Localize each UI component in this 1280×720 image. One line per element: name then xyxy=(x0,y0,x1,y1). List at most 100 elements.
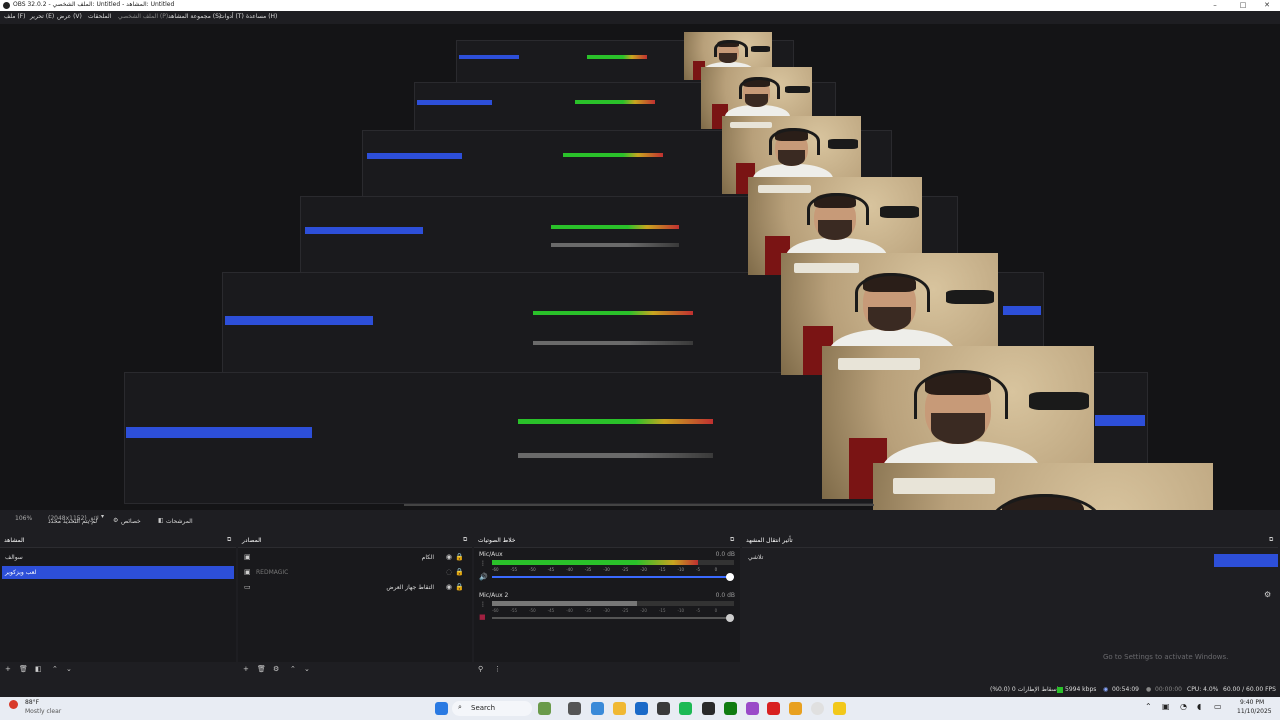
volume-slider[interactable] xyxy=(492,576,734,578)
menu-scene-collection[interactable]: مجموعة المشاهد (S) xyxy=(168,13,221,20)
chevron-down-icon[interactable]: ▾ xyxy=(101,513,104,520)
move-up-icon[interactable]: ⌃ xyxy=(52,665,58,673)
trash-icon[interactable]: 🗑 xyxy=(257,665,266,673)
volume-slider-handle[interactable] xyxy=(726,614,734,622)
copilot-icon[interactable] xyxy=(591,702,604,715)
kebab-menu-icon[interactable]: ⋮ xyxy=(480,560,486,567)
volume-icon[interactable]: ◖ xyxy=(1197,702,1201,711)
source-item[interactable]: ▣ الكام ◉ 🔒 xyxy=(242,552,470,564)
meter-tick-label: -35 xyxy=(584,608,592,613)
menu-help[interactable]: مساعدة (H) xyxy=(246,13,277,20)
properties-button[interactable]: خصائص xyxy=(121,518,141,528)
scene-item[interactable]: سوالف xyxy=(2,551,234,564)
add-icon[interactable]: + xyxy=(243,665,249,673)
status-bar: إسقاط الإطارات 0 (0.0%) 5994 kbps ◉ 00:5… xyxy=(0,684,1280,697)
add-icon[interactable]: + xyxy=(5,665,11,673)
menu-view[interactable]: عرض (V) xyxy=(57,13,82,20)
lock-icon[interactable]: 🔒 xyxy=(455,553,464,561)
file-explorer-icon[interactable] xyxy=(613,702,626,715)
lock-icon[interactable]: 🔒 xyxy=(455,583,464,591)
link-icon[interactable]: ⚲ xyxy=(478,665,483,673)
transition-selected[interactable] xyxy=(1214,554,1278,567)
menu-file[interactable]: ملف (F) xyxy=(4,13,25,20)
eye-icon[interactable]: ◉ xyxy=(446,553,452,561)
muted-speaker-icon[interactable]: ■ xyxy=(479,613,486,621)
windows-taskbar: 88°F Mostly clear ⌕ Search ⌃ ▣ ◔ ◖ ▭ 9:4… xyxy=(0,697,1280,720)
weather-temp[interactable]: 88°F xyxy=(25,699,39,706)
edge-icon[interactable] xyxy=(635,702,648,715)
dock-float-icon[interactable]: ⧉ xyxy=(463,536,467,544)
xbox-icon[interactable] xyxy=(724,702,737,715)
filter-icon[interactable]: ◧ xyxy=(158,517,164,524)
gear-icon[interactable]: ⚙ xyxy=(113,517,118,524)
tray-chevron-icon[interactable]: ⌃ xyxy=(1145,702,1152,711)
clock-date[interactable]: 11/10/2025 xyxy=(1237,708,1272,715)
lock-icon[interactable]: 🔒 xyxy=(455,568,464,576)
move-down-icon[interactable]: ⌄ xyxy=(66,665,72,673)
dock-float-icon[interactable]: ⧉ xyxy=(730,536,734,544)
search-box[interactable]: ⌕ Search xyxy=(452,701,532,716)
app-icon[interactable] xyxy=(767,702,780,715)
filters-button[interactable]: المرشحات xyxy=(166,518,193,528)
maximize-button[interactable]: □ xyxy=(1230,0,1256,11)
source-item[interactable]: ▣ REDMAGIC ◌ 🔒 xyxy=(242,567,470,579)
transition-type[interactable]: تلاشي xyxy=(748,554,763,561)
meter-tick-label: -5 xyxy=(696,567,701,572)
menu-profile[interactable]: الملف الشخصي (P) xyxy=(118,13,168,20)
widgets-icon[interactable] xyxy=(538,702,551,715)
meter-tick-label: -5 xyxy=(696,608,701,613)
eye-hidden-icon[interactable]: ◌ xyxy=(446,568,452,576)
scene-item-active[interactable]: لعب ويزكوير xyxy=(2,566,234,579)
meter-tick-label: -20 xyxy=(640,567,647,572)
zoom-level[interactable]: 106% xyxy=(15,515,32,525)
gear-icon[interactable]: ⚙ xyxy=(1264,590,1271,599)
camera-icon: ▣ xyxy=(244,553,251,561)
source-label: REDMAGIC xyxy=(256,569,289,576)
source-item[interactable]: ▭ التقاط جهاز العرض ◉ 🔒 xyxy=(242,582,470,594)
chrome-icon[interactable] xyxy=(811,702,824,715)
menu-edit[interactable]: تحرير (E) xyxy=(30,13,54,20)
dock-float-icon[interactable]: ⧉ xyxy=(1269,536,1273,544)
volume-slider-handle[interactable] xyxy=(726,573,734,581)
battery-icon[interactable]: ▭ xyxy=(1214,702,1222,711)
tray-app-icon[interactable]: ▣ xyxy=(1162,702,1170,711)
move-up-icon[interactable]: ⌃ xyxy=(290,665,296,673)
preview-scrollbar[interactable] xyxy=(404,504,874,506)
store-icon[interactable] xyxy=(657,702,670,715)
filter-icon[interactable]: ◧ xyxy=(35,665,42,673)
weather-icon[interactable] xyxy=(9,700,18,709)
app-icon[interactable] xyxy=(833,702,846,715)
gear-icon[interactable]: ⚙ xyxy=(273,665,279,673)
meter-tick-label: -60 xyxy=(492,567,499,572)
move-down-icon[interactable]: ⌄ xyxy=(304,665,310,673)
preview-canvas[interactable] xyxy=(0,24,1280,655)
clock-time[interactable]: 9:40 PM xyxy=(1240,699,1264,706)
app-icon[interactable] xyxy=(789,702,802,715)
kebab-menu-icon[interactable]: ⋮ xyxy=(494,665,501,673)
transitions-dock: تلاشي xyxy=(742,547,1278,662)
menu-plugins[interactable]: الملحقات xyxy=(88,13,111,20)
meter-tick-label: -25 xyxy=(621,608,629,613)
meter-ticks: -60 -55 -50 -45 -40 -35 -30 -25 -20 -15 -10 -5 0 xyxy=(492,608,734,613)
meter-ticks: -60 -55 -50 -45 -40 -35 -30 -25 -20 -15 -10 -5 0 xyxy=(492,567,734,572)
wifi-icon[interactable]: ◔ xyxy=(1180,702,1187,711)
meter-tick-label: -55 xyxy=(510,567,518,572)
app-icon[interactable] xyxy=(679,702,692,715)
close-button[interactable]: ✕ xyxy=(1254,0,1280,11)
dock-float-icon[interactable]: ⧉ xyxy=(227,536,231,544)
menu-tools[interactable]: أدوات (T) xyxy=(219,13,244,20)
meter-tick-label: -55 xyxy=(510,608,518,613)
app-icon[interactable] xyxy=(746,702,759,715)
obs-icon[interactable] xyxy=(702,702,715,715)
task-view-icon[interactable] xyxy=(568,702,581,715)
eye-icon[interactable]: ◉ xyxy=(446,583,452,591)
menu-bar: ملف (F) تحرير (E) عرض (V) الملحقات الملف… xyxy=(0,11,1280,24)
volume-slider[interactable] xyxy=(492,617,734,619)
scenes-dock-title: المشاهد xyxy=(4,537,25,544)
sources-dock: ▣ الكام ◉ 🔒 ▣ REDMAGIC ◌ 🔒 ▭ التقاط جهاز… xyxy=(238,547,472,662)
speaker-icon[interactable]: 🔊 xyxy=(479,573,488,581)
start-icon[interactable] xyxy=(435,702,448,715)
minimize-button[interactable]: – xyxy=(1202,0,1228,11)
kebab-menu-icon[interactable]: ⋮ xyxy=(480,601,486,608)
trash-icon[interactable]: 🗑 xyxy=(19,665,28,673)
